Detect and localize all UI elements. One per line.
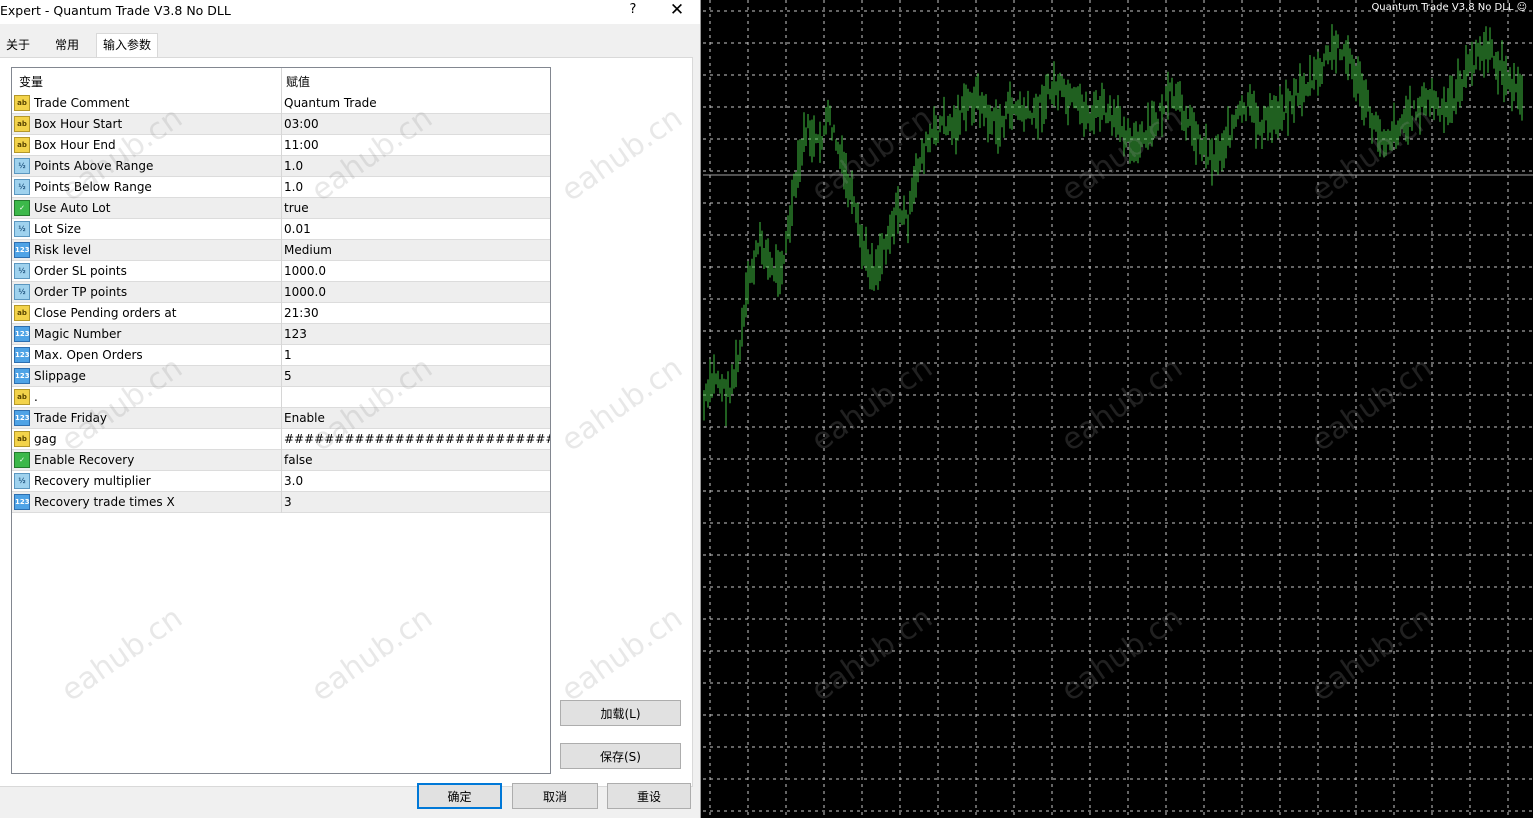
parameter-name: Enable Recovery <box>34 453 135 467</box>
double-icon: ½ <box>14 179 30 195</box>
parameter-value[interactable]: Medium <box>284 243 332 257</box>
bool-icon: ✓ <box>14 452 30 468</box>
parameter-value[interactable]: Quantum Trade <box>284 96 377 110</box>
string-icon: ab <box>14 431 30 447</box>
parameter-value[interactable]: 1.0 <box>284 180 303 194</box>
parameter-value[interactable]: 0.01 <box>284 222 311 236</box>
parameter-value[interactable]: 11:00 <box>284 138 319 152</box>
ok-button[interactable]: 确定 <box>417 783 502 809</box>
tab-strip: 关于 常用 输入参数 <box>0 33 700 58</box>
string-icon: ab <box>14 95 30 111</box>
parameter-value[interactable]: 3.0 <box>284 474 303 488</box>
parameter-value[interactable]: Enable <box>284 411 325 425</box>
cancel-button[interactable]: 取消 <box>512 783 598 809</box>
int-icon: 123 <box>14 326 30 342</box>
parameter-value[interactable]: 5 <box>284 369 292 383</box>
double-icon: ½ <box>14 263 30 279</box>
close-button[interactable]: ✕ <box>668 0 686 20</box>
parameter-name: Use Auto Lot <box>34 201 111 215</box>
tab-common[interactable]: 常用 <box>49 35 86 56</box>
parameter-name: Recovery multiplier <box>34 474 151 488</box>
parameter-name: Order TP points <box>34 285 128 299</box>
parameter-value[interactable]: 1000.0 <box>284 264 326 278</box>
parameter-name: Points Below Range <box>34 180 152 194</box>
double-icon: ½ <box>14 284 30 300</box>
tab-about[interactable]: 关于 <box>0 35 37 56</box>
load-button[interactable]: 加载(L) <box>560 700 681 726</box>
parameters-grid: 变量 赋值 ab Trade Comment Quantum Trade ab Box … <box>11 67 551 774</box>
parameter-value[interactable]: 123 <box>284 327 307 341</box>
parameter-value[interactable]: ############################## ... <box>284 432 550 446</box>
tab-inputs[interactable]: 输入参数 <box>96 33 159 58</box>
parameter-name: Magic Number <box>34 327 122 341</box>
parameter-value[interactable]: 1000.0 <box>284 285 326 299</box>
column-header-variable[interactable]: 变量 <box>19 73 43 90</box>
int-icon: 123 <box>14 347 30 363</box>
int-icon: 123 <box>14 494 30 510</box>
string-icon: ab <box>14 116 30 132</box>
string-icon: ab <box>14 137 30 153</box>
double-icon: ½ <box>14 158 30 174</box>
parameter-value[interactable]: 1 <box>284 348 292 362</box>
int-icon: 123 <box>14 242 30 258</box>
parameter-name: Risk level <box>34 243 92 257</box>
parameter-value[interactable]: true <box>284 201 309 215</box>
parameter-name: Recovery trade times X <box>34 495 175 509</box>
parameter-name: gag <box>34 432 57 446</box>
parameter-name: . <box>34 390 38 404</box>
string-icon: ab <box>14 305 30 321</box>
parameter-name: Box Hour Start <box>34 117 123 131</box>
int-icon: 123 <box>14 368 30 384</box>
title-bar: Expert - Quantum Trade V3.8 No DLL ? ✕ <box>0 0 700 24</box>
expert-properties-dialog: Expert - Quantum Trade V3.8 No DLL ? ✕ 关… <box>0 0 701 818</box>
column-header-value[interactable]: 赋值 <box>286 73 310 90</box>
parameter-name: Lot Size <box>34 222 81 236</box>
string-icon: ab <box>14 389 30 405</box>
price-chart[interactable]: Quantum Trade V3.8 No DLL ☺ <box>703 0 1533 818</box>
parameter-name: Slippage <box>34 369 86 383</box>
chart-title: Quantum Trade V3.8 No DLL ☺ <box>1371 2 1527 13</box>
parameter-name: Trade Friday <box>34 411 108 425</box>
parameter-value[interactable]: 21:30 <box>284 306 319 320</box>
reset-button[interactable]: 重设 <box>607 783 691 809</box>
bool-icon: ✓ <box>14 200 30 216</box>
parameter-name: Box Hour End <box>34 138 116 152</box>
parameter-name: Points Above Range <box>34 159 154 173</box>
chart-canvas <box>703 0 1533 818</box>
column-separator[interactable] <box>281 68 282 513</box>
dialog-title: Expert - Quantum Trade V3.8 No DLL <box>0 3 231 18</box>
parameter-value[interactable]: 3 <box>284 495 292 509</box>
save-button[interactable]: 保存(S) <box>560 743 681 769</box>
help-button[interactable]: ? <box>626 2 640 17</box>
int-icon: 123 <box>14 410 30 426</box>
parameter-value[interactable]: 03:00 <box>284 117 319 131</box>
double-icon: ½ <box>14 221 30 237</box>
double-icon: ½ <box>14 473 30 489</box>
parameter-name: Trade Comment <box>34 96 130 110</box>
parameter-value[interactable]: 1.0 <box>284 159 303 173</box>
parameter-name: Order SL points <box>34 264 127 278</box>
parameter-name: Max. Open Orders <box>34 348 143 362</box>
parameter-name: Close Pending orders at <box>34 306 177 320</box>
parameter-value[interactable]: false <box>284 453 313 467</box>
